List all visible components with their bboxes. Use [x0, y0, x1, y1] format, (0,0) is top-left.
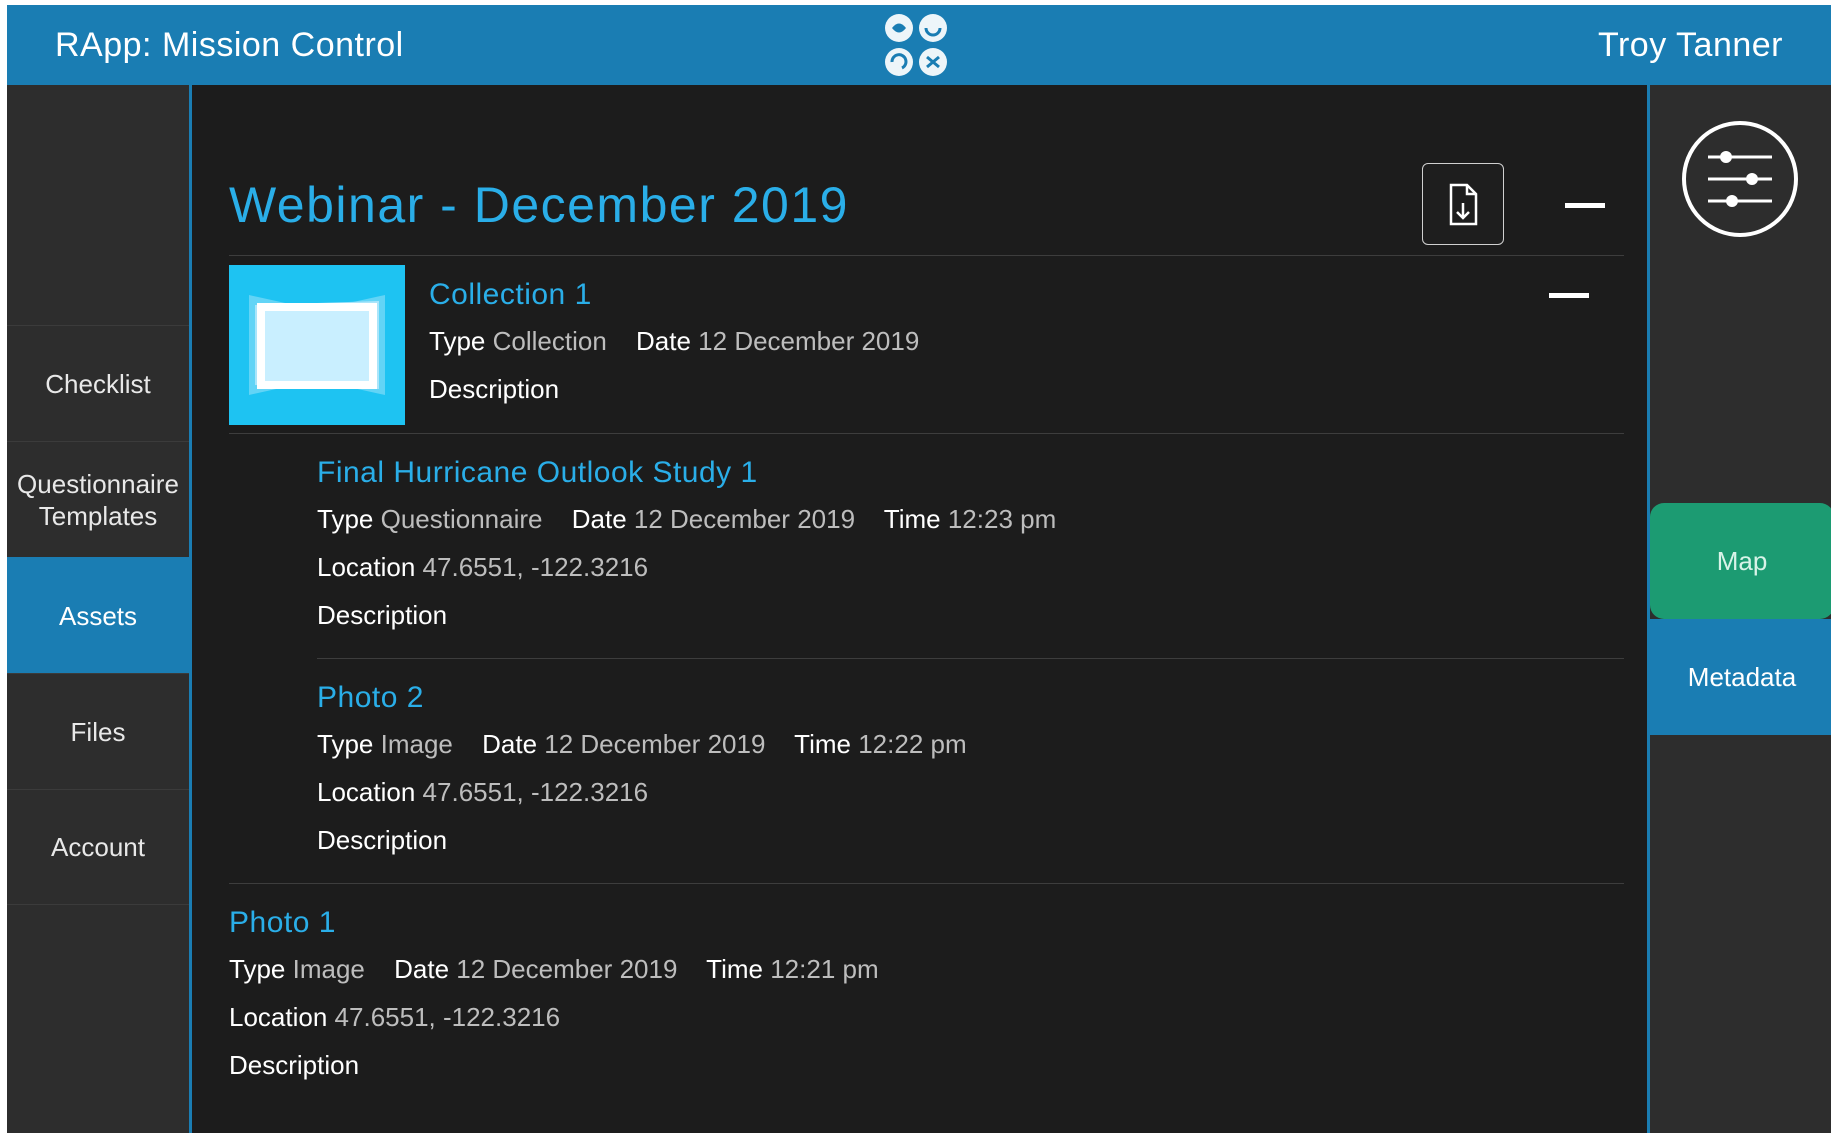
asset-title-photo-2[interactable]: Photo 2 — [317, 680, 424, 716]
user-name[interactable]: Troy Tanner — [1598, 25, 1783, 65]
date-key: Date — [482, 729, 538, 759]
time-value: 12:23 pm — [947, 504, 1057, 534]
right-panel: Map Metadata — [1647, 85, 1831, 1133]
sidebar-item-assets[interactable]: Assets — [7, 557, 189, 673]
asset-meta: Type Questionnaire Date 12 December 2019… — [317, 503, 1056, 535]
time-value: 12:22 pm — [858, 729, 967, 759]
divider — [229, 883, 1624, 884]
main-content: Webinar - December 2019 Collection 1 Typ… — [192, 85, 1647, 1133]
asset-title-photo-1[interactable]: Photo 1 — [229, 905, 336, 941]
sliders-icon — [1708, 151, 1772, 207]
type-value: Image — [292, 954, 365, 984]
collapse-collection-button[interactable] — [1549, 285, 1589, 307]
type-key: Type — [317, 504, 374, 534]
date-value: 12 December 2019 — [633, 504, 856, 534]
asset-description: Description — [229, 1050, 360, 1080]
date-value: 12 December 2019 — [456, 954, 678, 984]
location-key: Location — [317, 777, 416, 807]
type-key: Type — [229, 954, 286, 984]
collection-meta: Type Collection Date 12 December 2019 — [429, 325, 919, 357]
divider — [229, 433, 1624, 434]
sidebar-item-checklist[interactable]: Checklist — [7, 325, 189, 441]
type-value: Collection — [492, 326, 607, 356]
collapse-all-button[interactable] — [1565, 195, 1605, 217]
sidebar-item-files[interactable]: Files — [7, 673, 189, 789]
date-value: 12 December 2019 — [544, 729, 766, 759]
app-logo-icon — [885, 14, 947, 76]
divider — [229, 255, 1624, 256]
collection-description: Description — [429, 374, 560, 404]
page-title: Webinar - December 2019 — [229, 177, 849, 233]
location-value: 47.6551, -122.3216 — [422, 552, 649, 582]
location-value: 47.6551, -122.3216 — [422, 777, 649, 807]
date-key: Date — [636, 326, 691, 356]
asset-location: Location 47.6551, -122.3216 — [317, 551, 648, 583]
date-key: Date — [571, 504, 627, 534]
time-key: Time — [706, 954, 763, 984]
sidebar: Checklist Questionnaire Templates Assets… — [7, 85, 192, 1133]
export-button[interactable] — [1422, 163, 1504, 245]
asset-meta: Type Image Date 12 December 2019 Time 12… — [317, 728, 967, 760]
type-value: Questionnaire — [380, 504, 543, 534]
asset-location: Location 47.6551, -122.3216 — [229, 1001, 560, 1033]
collection-thumbnail[interactable] — [229, 265, 405, 425]
image-stack-icon — [249, 295, 385, 395]
location-key: Location — [229, 1002, 328, 1032]
metadata-tab[interactable]: Metadata — [1650, 619, 1831, 735]
asset-title-hurricane-study[interactable]: Final Hurricane Outlook Study 1 — [317, 455, 758, 491]
divider — [317, 658, 1624, 659]
map-tab[interactable]: Map — [1650, 503, 1831, 619]
time-value: 12:21 pm — [770, 954, 879, 984]
filter-settings-button[interactable] — [1682, 121, 1798, 237]
sidebar-item-account[interactable]: Account — [7, 789, 189, 905]
date-key: Date — [394, 954, 450, 984]
time-key: Time — [883, 504, 941, 534]
type-value: Image — [380, 729, 453, 759]
app-title: RApp: Mission Control — [55, 26, 404, 64]
file-download-icon — [1449, 183, 1477, 225]
asset-meta: Type Image Date 12 December 2019 Time 12… — [229, 953, 879, 985]
collection-title[interactable]: Collection 1 — [429, 277, 592, 313]
app-window: RApp: Mission Control Troy Tanner Checkl… — [7, 5, 1831, 1133]
location-value: 47.6551, -122.3216 — [334, 1002, 561, 1032]
sidebar-item-questionnaire-templates[interactable]: Questionnaire Templates — [7, 441, 189, 557]
type-key: Type — [429, 326, 486, 356]
asset-location: Location 47.6551, -122.3216 — [317, 776, 648, 808]
top-bar: RApp: Mission Control Troy Tanner — [7, 5, 1831, 85]
date-value: 12 December 2019 — [698, 326, 920, 356]
asset-description: Description — [317, 600, 448, 630]
type-key: Type — [317, 729, 374, 759]
asset-description: Description — [317, 825, 448, 855]
location-key: Location — [317, 552, 416, 582]
time-key: Time — [794, 729, 851, 759]
